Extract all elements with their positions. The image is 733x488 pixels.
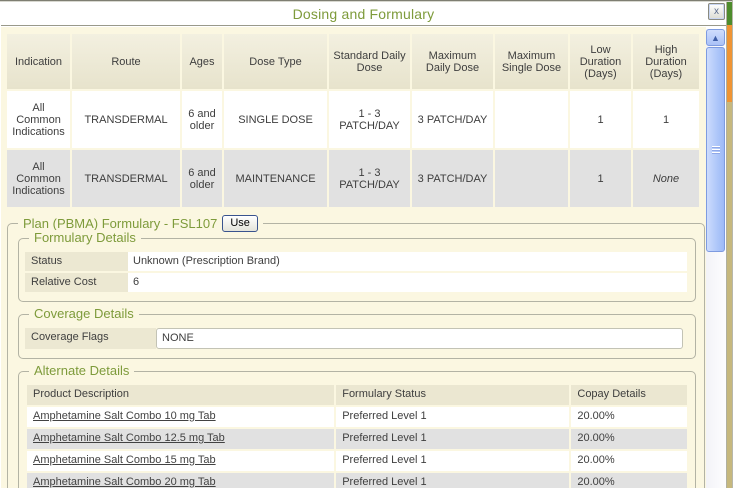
col-header-route: Route bbox=[72, 34, 180, 89]
product-link[interactable]: Amphetamine Salt Combo 10 mg Tab bbox=[33, 410, 216, 422]
formulary-details-legend: Formulary Details bbox=[29, 230, 141, 245]
chevron-up-icon: ▲ bbox=[711, 33, 720, 43]
product-link[interactable]: Amphetamine Salt Combo 15 mg Tab bbox=[33, 454, 216, 466]
cell-low-duration: 1 bbox=[570, 150, 631, 207]
col-header-low-duration: Low Duration (Days) bbox=[570, 34, 631, 89]
formulary-details-fieldset: Formulary Details Status Unknown (Prescr… bbox=[18, 238, 696, 302]
cell-maximum-single-dose bbox=[495, 91, 568, 148]
cell-maximum-daily-dose: 3 PATCH/DAY bbox=[412, 150, 493, 207]
plan-formulary-legend-text: Plan (PBMA) Formulary - FSL107 bbox=[23, 216, 217, 231]
product-cell: Amphetamine Salt Combo 10 mg Tab bbox=[27, 407, 334, 427]
col-header-maximum-single-dose: Maximum Single Dose bbox=[495, 34, 568, 89]
coverage-details-legend: Coverage Details bbox=[29, 306, 139, 321]
dosing-table-header-row: Indication Route Ages Dose Type Standard… bbox=[7, 34, 699, 89]
alternate-row: Amphetamine Salt Combo 20 mg Tab Preferr… bbox=[27, 473, 687, 488]
relative-cost-row: Relative Cost 6 bbox=[25, 273, 687, 292]
col-header-formulary-status: Formulary Status bbox=[336, 385, 569, 405]
alternate-details-fieldset: Alternate Details Product Description Fo… bbox=[18, 371, 696, 488]
cell-high-duration: None bbox=[633, 150, 699, 207]
copay-cell: 20.00% bbox=[571, 451, 687, 471]
alternate-header-row: Product Description Formulary Status Cop… bbox=[27, 385, 687, 405]
col-header-maximum-daily-dose: Maximum Daily Dose bbox=[412, 34, 493, 89]
relative-cost-label: Relative Cost bbox=[25, 273, 128, 292]
col-header-standard-daily-dose: Standard Daily Dose bbox=[329, 34, 410, 89]
col-header-dose-type: Dose Type bbox=[224, 34, 327, 89]
col-header-high-duration: High Duration (Days) bbox=[633, 34, 699, 89]
formulary-status-cell: Preferred Level 1 bbox=[336, 407, 569, 427]
product-cell: Amphetamine Salt Combo 15 mg Tab bbox=[27, 451, 334, 471]
cell-indication: All Common Indications bbox=[7, 150, 70, 207]
copay-cell: 20.00% bbox=[571, 407, 687, 427]
close-icon: x bbox=[714, 6, 719, 17]
dosing-row-maintenance: All Common Indications TRANSDERMAL 6 and… bbox=[7, 150, 699, 207]
cell-standard-daily-dose: 1 - 3 PATCH/DAY bbox=[329, 91, 410, 148]
product-cell: Amphetamine Salt Combo 20 mg Tab bbox=[27, 473, 334, 488]
coverage-flags-row: Coverage Flags NONE bbox=[25, 328, 687, 349]
product-link[interactable]: Amphetamine Salt Combo 20 mg Tab bbox=[33, 476, 216, 488]
cell-low-duration: 1 bbox=[570, 91, 631, 148]
coverage-flags-label: Coverage Flags bbox=[25, 328, 156, 349]
plan-formulary-fieldset: Plan (PBMA) Formulary - FSL107 Use Formu… bbox=[7, 223, 705, 488]
status-row: Status Unknown (Prescription Brand) bbox=[25, 252, 687, 271]
status-label: Status bbox=[25, 252, 128, 271]
alternate-row: Amphetamine Salt Combo 15 mg Tab Preferr… bbox=[27, 451, 687, 471]
relative-cost-value: 6 bbox=[128, 273, 687, 292]
alternate-row: Amphetamine Salt Combo 10 mg Tab Preferr… bbox=[27, 407, 687, 427]
cell-maximum-single-dose bbox=[495, 150, 568, 207]
col-header-copay-details: Copay Details bbox=[571, 385, 687, 405]
copay-cell: 20.00% bbox=[571, 473, 687, 488]
formulary-status-cell: Preferred Level 1 bbox=[336, 451, 569, 471]
scroll-up-button[interactable]: ▲ bbox=[706, 29, 725, 46]
cell-ages: 6 and older bbox=[182, 150, 222, 207]
product-link[interactable]: Amphetamine Salt Combo 12.5 mg Tab bbox=[33, 432, 225, 444]
status-value: Unknown (Prescription Brand) bbox=[128, 252, 687, 271]
cell-ages: 6 and older bbox=[182, 91, 222, 148]
cell-maximum-daily-dose: 3 PATCH/DAY bbox=[412, 91, 493, 148]
cell-route: TRANSDERMAL bbox=[72, 91, 180, 148]
vertical-scrollbar[interactable]: ▲ bbox=[706, 29, 726, 488]
col-header-indication: Indication bbox=[7, 34, 70, 89]
copay-cell: 20.00% bbox=[571, 429, 687, 449]
col-header-product-description: Product Description bbox=[27, 385, 334, 405]
col-header-ages: Ages bbox=[182, 34, 222, 89]
window-titlebar: Dosing and Formulary bbox=[1, 2, 726, 25]
formulary-status-cell: Preferred Level 1 bbox=[336, 429, 569, 449]
cell-standard-daily-dose: 1 - 3 PATCH/DAY bbox=[329, 150, 410, 207]
close-button[interactable]: x bbox=[708, 3, 725, 20]
dosing-formulary-window: Dosing and Formulary x Indication Route … bbox=[0, 0, 733, 488]
cell-high-duration: 1 bbox=[633, 91, 699, 148]
cell-dose-type: MAINTENANCE bbox=[224, 150, 327, 207]
cell-indication: All Common Indications bbox=[7, 91, 70, 148]
coverage-details-fieldset: Coverage Details Coverage Flags NONE bbox=[18, 314, 696, 359]
dosing-table: Indication Route Ages Dose Type Standard… bbox=[5, 32, 701, 209]
page-title: Dosing and Formulary bbox=[293, 6, 435, 22]
cell-route: TRANSDERMAL bbox=[72, 150, 180, 207]
dosing-row-single-dose: All Common Indications TRANSDERMAL 6 and… bbox=[7, 91, 699, 148]
product-cell: Amphetamine Salt Combo 12.5 mg Tab bbox=[27, 429, 334, 449]
dialog-content: Indication Route Ages Dose Type Standard… bbox=[1, 27, 706, 488]
coverage-flags-value: NONE bbox=[156, 328, 683, 349]
alternate-details-table: Product Description Formulary Status Cop… bbox=[27, 385, 687, 488]
use-button[interactable]: Use bbox=[222, 215, 258, 232]
formulary-status-cell: Preferred Level 1 bbox=[336, 473, 569, 488]
alternate-row: Amphetamine Salt Combo 12.5 mg Tab Prefe… bbox=[27, 429, 687, 449]
cell-dose-type: SINGLE DOSE bbox=[224, 91, 327, 148]
scrollbar-thumb[interactable] bbox=[706, 47, 725, 252]
alternate-details-legend: Alternate Details bbox=[29, 363, 134, 378]
